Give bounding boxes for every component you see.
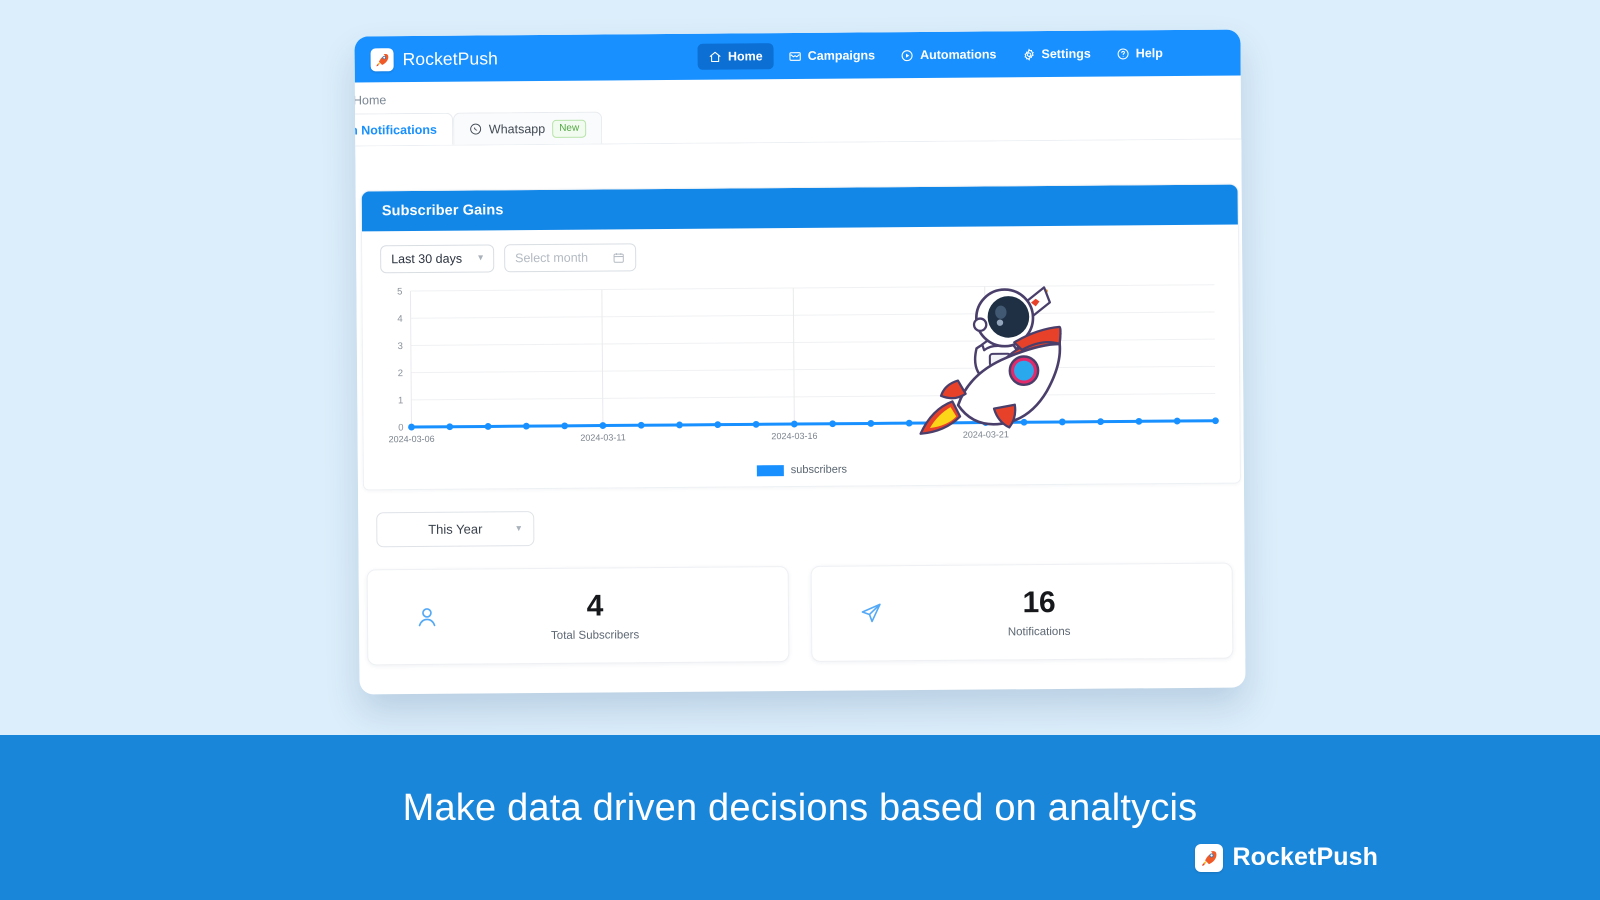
- panel-body: Last 30 days ▾ Select month 0 1 2 3 4 5 …: [362, 225, 1240, 490]
- page-backdrop: RocketPush Home Campaigns Automations Se…: [0, 0, 1600, 735]
- tab-whatsapp[interactable]: Whatsapp New: [452, 111, 603, 145]
- stat-label: Total Subscribers: [550, 629, 640, 643]
- nav-item-label: Automations: [920, 47, 997, 63]
- send-icon: [834, 601, 908, 626]
- year-select[interactable]: This Year ▾: [376, 511, 535, 548]
- year-filter-row: This Year ▾: [358, 484, 1244, 548]
- banner-logo: RocketPush: [1194, 843, 1378, 872]
- subscriber-gains-chart: 0 1 2 3 4 5 2024-03-06 2024-03-11 2024-03-16 202…: [380, 277, 1222, 480]
- status-badge: New: [552, 119, 587, 138]
- svg-text:2024-03-11: 2024-03-11: [580, 432, 625, 442]
- nav-item-label: Home: [727, 49, 763, 64]
- chart-canvas: 0 1 2 3 4 5 2024-03-06 2024-03-11 2024-03-16 202…: [389, 284, 1219, 444]
- user-icon: [390, 605, 464, 630]
- nav-item-automations[interactable]: Automations: [890, 41, 1008, 68]
- legend-label: subscribers: [790, 463, 848, 477]
- chart-filters: Last 30 days ▾ Select month: [380, 239, 1220, 274]
- month-picker[interactable]: Select month: [503, 243, 637, 273]
- stat-card-total-subscribers[interactable]: 4 Total Subscribers: [366, 566, 790, 666]
- stat-value: 4: [586, 589, 604, 623]
- app-content: Subscriber Gains Last 30 days ▾ Select m…: [355, 139, 1246, 666]
- svg-text:4: 4: [397, 314, 402, 325]
- question-icon: [1117, 47, 1130, 60]
- stat-text: 4 Total Subscribers: [464, 588, 766, 643]
- top-navigation-bar: RocketPush Home Campaigns Automations Se…: [354, 29, 1241, 83]
- date-range-value: Last 30 days: [391, 251, 463, 267]
- nav-item-help[interactable]: Help: [1106, 40, 1174, 67]
- gear-icon: [1022, 48, 1035, 61]
- subscriber-gains-panel: Subscriber Gains Last 30 days ▾ Select m…: [360, 183, 1241, 491]
- svg-text:2: 2: [398, 368, 403, 379]
- legend-swatch: [756, 464, 784, 476]
- brand-name: RocketPush: [402, 47, 499, 69]
- date-range-select[interactable]: Last 30 days ▾: [380, 244, 495, 274]
- rocket-icon: [1194, 843, 1223, 872]
- envelope-icon: [789, 49, 802, 62]
- nav-item-label: Settings: [1041, 46, 1091, 62]
- nav-item-campaigns[interactable]: Campaigns: [778, 42, 887, 69]
- svg-text:5: 5: [397, 287, 402, 298]
- chevron-down-icon: ▾: [478, 252, 484, 264]
- play-icon: [901, 49, 914, 62]
- rocket-icon: [370, 47, 394, 71]
- tab-push-notifications[interactable]: Push Notifications: [354, 112, 454, 146]
- main-nav: Home Campaigns Automations Settings Help: [697, 40, 1174, 70]
- panel-title: Subscriber Gains: [361, 184, 1238, 232]
- nav-item-label: Campaigns: [807, 48, 876, 63]
- svg-text:2024-03-16: 2024-03-16: [771, 431, 817, 441]
- tab-label: Whatsapp: [488, 121, 546, 136]
- year-select-value: This Year: [428, 521, 483, 537]
- svg-text:2024-03-21: 2024-03-21: [963, 429, 1009, 439]
- brand-logo: RocketPush: [370, 47, 499, 71]
- home-icon: [709, 50, 722, 63]
- stat-card-notifications[interactable]: 16 Notifications: [810, 562, 1234, 662]
- calendar-icon: [612, 251, 625, 264]
- brand-name: RocketPush: [1232, 843, 1378, 871]
- banner-headline: Make data driven decisions based on anal…: [402, 787, 1198, 829]
- whatsapp-icon: [469, 122, 482, 135]
- stat-cards: 4 Total Subscribers 16 Notifications: [358, 541, 1245, 666]
- chevron-down-icon: ▾: [516, 522, 522, 534]
- nav-item-settings[interactable]: Settings: [1011, 41, 1102, 68]
- svg-text:2024-03-06: 2024-03-06: [389, 434, 435, 444]
- svg-text:1: 1: [398, 395, 403, 406]
- svg-text:0: 0: [398, 423, 403, 434]
- svg-text:3: 3: [398, 341, 403, 352]
- stat-value: 16: [1022, 585, 1056, 619]
- app-window: RocketPush Home Campaigns Automations Se…: [354, 29, 1246, 695]
- stat-label: Notifications: [1007, 626, 1071, 639]
- nav-item-home[interactable]: Home: [697, 43, 774, 70]
- tab-label: Push Notifications: [354, 122, 437, 138]
- stat-text: 16 Notifications: [908, 584, 1210, 639]
- month-picker-placeholder: Select month: [515, 250, 589, 266]
- promo-banner: Make data driven decisions based on anal…: [0, 735, 1600, 900]
- nav-item-label: Help: [1135, 46, 1163, 61]
- content-spacer: [355, 139, 1242, 191]
